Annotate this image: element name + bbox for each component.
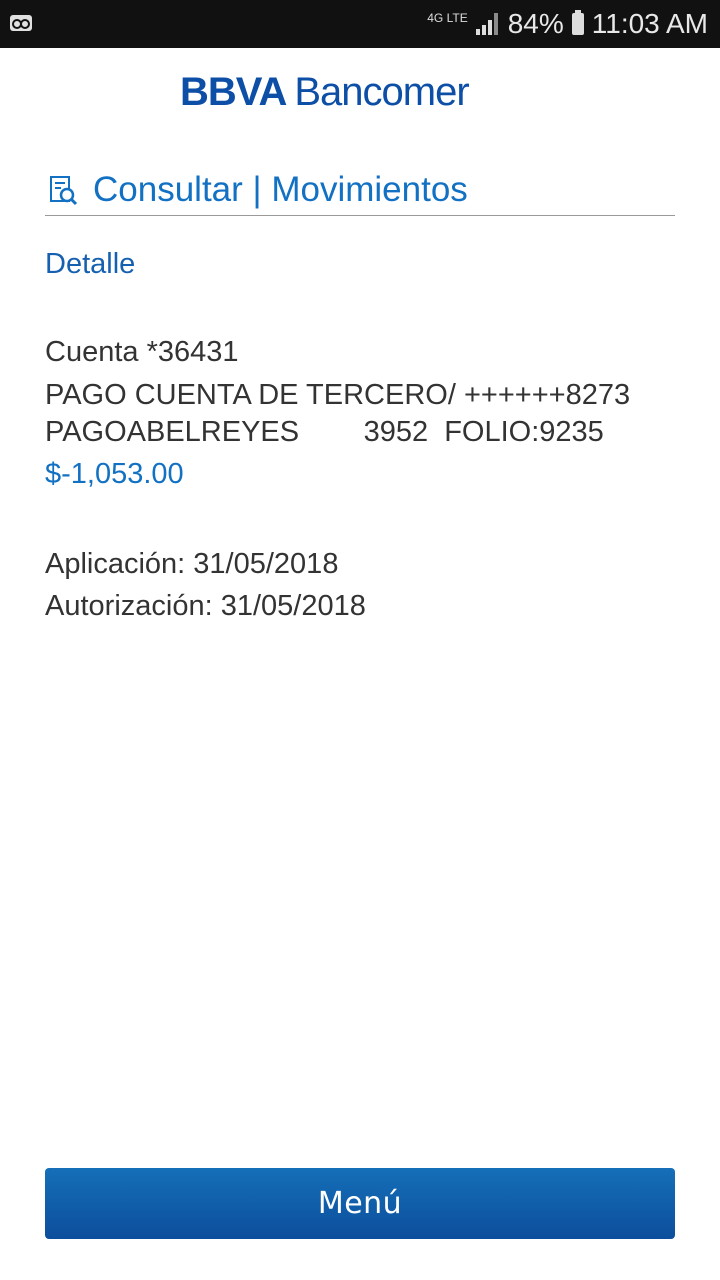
voicemail-icon xyxy=(10,15,32,31)
clock: 11:03 AM xyxy=(591,8,708,39)
logo-bbva: BBVA xyxy=(180,70,287,114)
bank-logo: BBVA Bancomer xyxy=(180,70,470,116)
application-date: Aplicación: 31/05/2018 xyxy=(45,548,339,580)
search-document-icon xyxy=(50,176,78,206)
movement-reference: PAGOABELREYES 3952 FOLIO:9235 xyxy=(45,416,604,448)
status-bar: 4G LTE 84% 11:03 AM xyxy=(0,0,720,48)
detail-label: Detalle xyxy=(45,248,136,280)
account-number: Cuenta *36431 xyxy=(45,336,239,368)
section-header: Consultar | Movimientos xyxy=(45,165,675,216)
logo-bancomer: Bancomer xyxy=(294,70,469,114)
signal-icon xyxy=(475,13,500,35)
movement-amount: $-1,053.00 xyxy=(45,458,184,490)
page-title: Consultar | Movimientos xyxy=(93,170,468,209)
movement-description: PAGO CUENTA DE TERCERO/ ++++++8273 xyxy=(45,379,631,411)
network-type: 4G LTE xyxy=(427,11,468,25)
battery-percent: 84% xyxy=(507,8,564,39)
menu-button[interactable]: Menú xyxy=(45,1168,675,1239)
authorization-date: Autorización: 31/05/2018 xyxy=(45,590,366,622)
battery-icon xyxy=(571,10,584,35)
status-right: 4G LTE 84% 11:03 AM xyxy=(427,0,708,48)
